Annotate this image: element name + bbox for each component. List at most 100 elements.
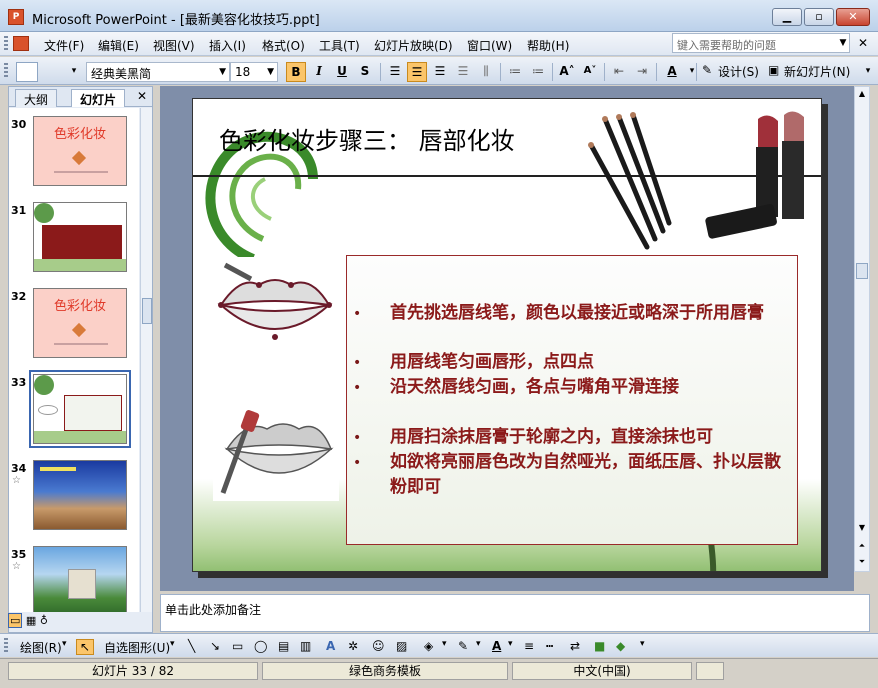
- underline-button[interactable]: U: [332, 62, 352, 82]
- align-center-icon[interactable]: ☰: [407, 62, 427, 82]
- scrollbar-thumb[interactable]: [856, 263, 868, 279]
- text-direction-icon[interactable]: ⫼: [476, 62, 496, 82]
- textbox-tool-icon[interactable]: ▤: [278, 639, 289, 653]
- arrow-style-icon[interactable]: ⇄: [570, 639, 580, 653]
- align-left-icon[interactable]: ☰: [385, 62, 405, 82]
- italic-button[interactable]: I: [309, 62, 329, 82]
- font-name-select[interactable]: 经典美黑简 ▼: [86, 62, 230, 82]
- fill-color-icon[interactable]: ◈: [424, 639, 433, 653]
- 3d-style-icon[interactable]: ◆: [616, 639, 625, 653]
- justify-icon[interactable]: ☰: [453, 62, 473, 82]
- slide-thumbnail-30[interactable]: 30 色彩化妆: [9, 112, 139, 192]
- rectangle-tool-icon[interactable]: ▭: [232, 639, 243, 653]
- toolbar-options-icon[interactable]: ▾: [858, 62, 878, 82]
- tab-slides[interactable]: 幻灯片: [71, 89, 126, 107]
- clipart-icon[interactable]: ☺: [372, 639, 385, 653]
- align-right-icon[interactable]: ☰: [430, 62, 450, 82]
- font-color-icon[interactable]: A: [492, 639, 501, 653]
- bullet-list-icon[interactable]: ≔: [528, 62, 548, 82]
- bullet-item-5: 如欲将亮丽唇色改为自然哑光，面纸压唇、扑以层散粉即可: [390, 452, 781, 497]
- arrow-tool-icon[interactable]: ↘: [210, 639, 220, 653]
- new-document-icon[interactable]: [16, 62, 38, 82]
- chevron-down-icon[interactable]: ▾: [682, 62, 702, 82]
- diagram-icon[interactable]: ✲: [348, 639, 358, 653]
- powerpoint-app-icon[interactable]: P: [8, 9, 24, 25]
- toolbar-options-icon[interactable]: ▾: [64, 62, 84, 82]
- normal-view-icon[interactable]: ▭: [8, 613, 23, 628]
- minimize-button[interactable]: ▁: [772, 8, 802, 26]
- chevron-down-icon[interactable]: ▼: [836, 33, 850, 53]
- chevron-down-icon[interactable]: ▾: [476, 639, 481, 653]
- toolbar-separator: [656, 63, 657, 81]
- increase-font-icon[interactable]: A˄: [557, 62, 577, 82]
- slide-thumbnail-32[interactable]: 32 色彩化妆: [9, 284, 139, 364]
- help-search-input[interactable]: 键入需要帮助的问题: [672, 33, 850, 53]
- maximize-button[interactable]: ▫: [804, 8, 834, 26]
- line-tool-icon[interactable]: ╲: [188, 639, 195, 653]
- menu-insert[interactable]: 插入(I): [209, 37, 246, 54]
- close-button[interactable]: ✕: [836, 8, 870, 26]
- chevron-down-icon[interactable]: ▾: [170, 639, 175, 649]
- slide-thumbnail-34[interactable]: 34 ☆: [9, 456, 139, 536]
- line-style-icon[interactable]: ≡: [524, 639, 534, 653]
- font-size-select[interactable]: 18 ▼: [230, 62, 278, 82]
- oval-tool-icon[interactable]: ◯: [254, 639, 267, 653]
- document-close-button[interactable]: ✕: [858, 36, 868, 50]
- slide-scrollbar[interactable]: ▲ ▼ ⏶ ⏷: [854, 86, 870, 572]
- chevron-down-icon[interactable]: ▾: [508, 639, 513, 653]
- toolbar-options-icon[interactable]: ▾: [640, 639, 645, 653]
- increase-indent-icon[interactable]: ⇥: [632, 62, 652, 82]
- scroll-up-icon[interactable]: ▲: [855, 87, 869, 101]
- previous-slide-icon[interactable]: ⏶: [855, 539, 869, 553]
- slide-thumbnail-35[interactable]: 35 ☆: [9, 542, 139, 612]
- decrease-font-icon[interactable]: A˅: [580, 62, 600, 82]
- chevron-down-icon[interactable]: ▾: [442, 639, 447, 653]
- wordart-icon[interactable]: A: [326, 639, 335, 653]
- notes-pane[interactable]: 单击此处添加备注: [160, 594, 870, 632]
- menu-help[interactable]: 帮助(H): [527, 37, 569, 54]
- slide-number: 32: [11, 290, 27, 303]
- shadow-button[interactable]: S: [355, 62, 375, 82]
- current-slide[interactable]: 色彩化妆步骤三： 唇部化妆 • 首先挑选唇线笔，颜色以最接近或略深于所用唇膏 •…: [192, 98, 822, 572]
- toolbar-grip[interactable]: [4, 63, 8, 79]
- thumbnails-scrollbar[interactable]: [140, 108, 152, 612]
- bullet-text-box[interactable]: • 首先挑选唇线笔，颜色以最接近或略深于所用唇膏 • 用唇线笔匀画唇形，点四点 …: [346, 255, 798, 545]
- thumbnail-green-strip: [34, 431, 126, 443]
- vertical-textbox-icon[interactable]: ▥: [300, 639, 311, 653]
- scrollbar-thumb[interactable]: [142, 298, 152, 324]
- scroll-down-icon[interactable]: ▼: [855, 521, 869, 535]
- menu-view[interactable]: 视图(V): [153, 37, 195, 54]
- numbered-list-icon[interactable]: ≔: [505, 62, 525, 82]
- select-pointer-icon[interactable]: ↖: [76, 639, 95, 655]
- autoshapes-menu-button[interactable]: 自选图形(U): [104, 639, 170, 656]
- bold-button[interactable]: B: [286, 62, 306, 82]
- next-slide-icon[interactable]: ⏷: [855, 555, 869, 569]
- slide-thumbnail-31[interactable]: 31: [9, 198, 139, 278]
- new-slide-button[interactable]: 新幻灯片(N): [784, 63, 850, 80]
- design-button[interactable]: 设计(S): [718, 63, 759, 80]
- tab-outline[interactable]: 大纲: [15, 89, 58, 107]
- dash-style-icon[interactable]: ┅: [546, 639, 553, 653]
- document-icon[interactable]: [13, 36, 29, 51]
- slide-thumbnail-33[interactable]: 33: [9, 370, 139, 450]
- slide-sorter-icon[interactable]: ▦: [26, 614, 36, 627]
- decrease-indent-icon[interactable]: ⇤: [609, 62, 629, 82]
- menu-file[interactable]: 文件(F): [44, 37, 84, 54]
- draw-menu-button[interactable]: 绘图(R): [20, 639, 62, 656]
- slide-title[interactable]: 色彩化妆步骤三： 唇部化妆: [219, 121, 515, 156]
- menu-edit[interactable]: 编辑(E): [98, 37, 139, 54]
- menubar-grip[interactable]: [4, 36, 8, 52]
- menu-format[interactable]: 格式(O): [262, 37, 305, 54]
- slideshow-icon[interactable]: ♁: [40, 614, 48, 627]
- panel-close-icon[interactable]: ✕: [137, 89, 147, 103]
- menu-slideshow[interactable]: 幻灯片放映(D): [374, 37, 453, 54]
- toolbar-grip[interactable]: [4, 638, 8, 654]
- shadow-style-icon[interactable]: ■: [594, 639, 605, 653]
- menu-tools[interactable]: 工具(T): [319, 37, 360, 54]
- castle-image: [68, 569, 96, 599]
- font-color-button[interactable]: A: [662, 62, 682, 82]
- line-color-icon[interactable]: ✎: [458, 639, 468, 653]
- menu-window[interactable]: 窗口(W): [467, 37, 512, 54]
- chevron-down-icon[interactable]: ▾: [62, 639, 67, 649]
- insert-picture-icon[interactable]: ▨: [396, 639, 407, 653]
